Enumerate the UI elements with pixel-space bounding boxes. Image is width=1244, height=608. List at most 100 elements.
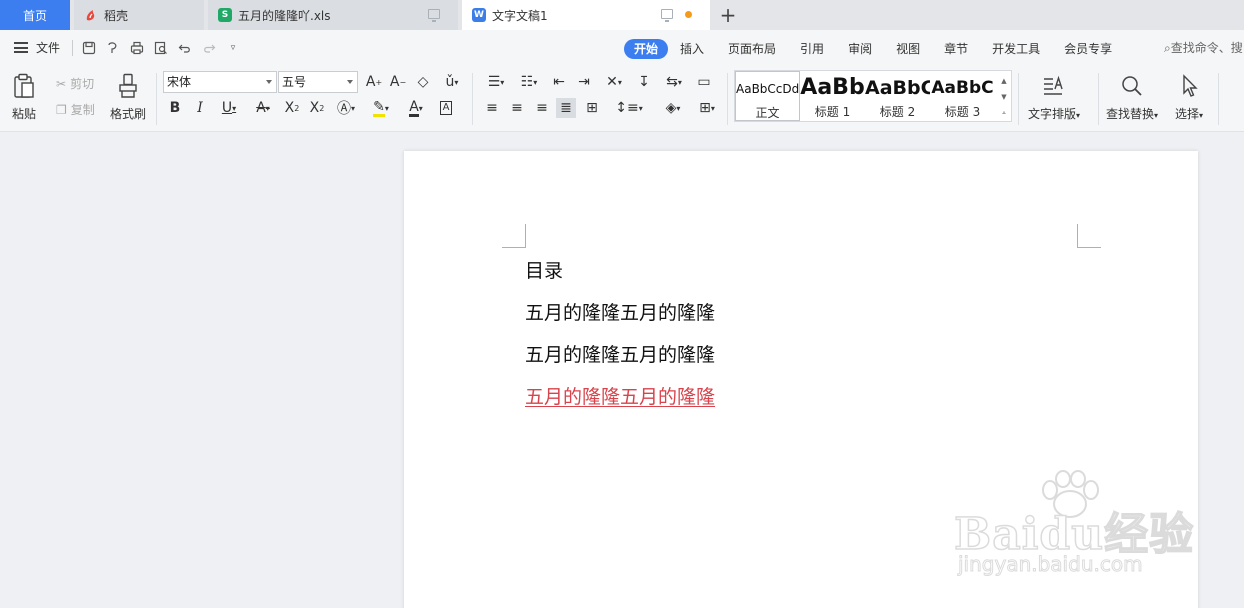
cursor-icon	[1177, 73, 1201, 99]
text-effect-icon[interactable]: Ⓐ ▾	[332, 98, 360, 118]
style-normal[interactable]: AaBbCcDd 正文	[735, 71, 800, 121]
style-heading-2[interactable]: AaBbC 标题 2	[865, 71, 930, 121]
style-sample: AaBb	[800, 75, 865, 100]
hyperlink-paragraph[interactable]: 五月的隆隆五月的隆隆	[525, 382, 715, 409]
font-name-value: 宋体	[167, 75, 192, 89]
grow-font-icon[interactable]: A +	[364, 72, 384, 92]
command-search[interactable]: ⌕查找命令、搜	[1164, 39, 1243, 56]
tab-section[interactable]: 章节	[932, 39, 980, 59]
subscript-icon[interactable]: X2	[307, 98, 327, 118]
justify-icon[interactable]: ≣	[556, 98, 576, 118]
sort-icon[interactable]: ⇆ ▾	[660, 72, 688, 92]
tab-start[interactable]: 开始	[624, 39, 669, 59]
superscript-icon[interactable]: X2	[282, 98, 302, 118]
divider	[1018, 73, 1019, 125]
tab-view[interactable]: 视图	[884, 39, 932, 59]
decrease-indent-icon[interactable]: ⇤	[549, 72, 569, 92]
copy-icon: ❐	[56, 102, 67, 117]
increase-indent-icon[interactable]: ⇥	[574, 72, 594, 92]
font-size-select[interactable]: 五号	[278, 71, 358, 93]
spreadsheet-icon: S	[218, 8, 232, 22]
styles-scroll[interactable]: ▲ ▼ ⩡	[999, 73, 1009, 121]
tab-bar: 首页 稻壳 S 五月的隆隆吖.xls W 文字文稿1 +	[0, 0, 1244, 30]
style-name: 标题 3	[944, 105, 981, 119]
style-name: 标题 1	[814, 105, 851, 119]
strikethrough-icon[interactable]: A ▾	[249, 98, 277, 118]
tab-references[interactable]: 引用	[788, 39, 836, 59]
monitor-icon[interactable]	[428, 9, 440, 22]
shading-icon[interactable]: ◈ ▾	[658, 98, 688, 118]
file-menu[interactable]: 文件	[36, 39, 60, 56]
document-paragraph[interactable]: 五月的隆隆五月的隆隆	[525, 340, 715, 367]
align-right-icon[interactable]: ≡	[532, 98, 552, 118]
style-heading-1[interactable]: AaBb 标题 1	[800, 71, 865, 121]
command-search-text: 查找命令、搜	[1170, 41, 1243, 55]
borders-icon[interactable]: ⊞ ▾	[692, 98, 722, 118]
export-icon[interactable]	[105, 40, 121, 56]
pinyin-guide-icon[interactable]: ǔ ▾	[438, 72, 466, 92]
divider	[472, 73, 473, 125]
print-preview-icon[interactable]	[153, 40, 169, 56]
distribute-icon[interactable]: ⊞	[582, 98, 602, 118]
toc-heading[interactable]: 目录	[525, 256, 563, 283]
search-icon: ⌕	[1164, 41, 1171, 55]
format-painter-button[interactable]: 格式刷	[110, 73, 146, 122]
divider	[727, 73, 728, 125]
align-left-icon[interactable]: ≡	[482, 98, 502, 118]
text-layout-button[interactable]: 文字排版▾	[1028, 73, 1080, 122]
tab-page-layout[interactable]: 页面布局	[716, 39, 788, 59]
copy-button[interactable]: ❐ 复制	[56, 101, 95, 118]
numbered-list-icon[interactable]: ☷ ▾	[515, 72, 543, 92]
font-color-icon[interactable]: A ▾	[402, 98, 430, 118]
tab-insert[interactable]: 插入	[668, 39, 716, 59]
tab-home[interactable]: 首页	[0, 0, 70, 30]
chinese-layout-icon[interactable]: ✕ ▾	[600, 72, 628, 92]
copy-label: 复制	[70, 103, 95, 117]
margin-corner-mark	[502, 224, 526, 248]
tab-spreadsheet[interactable]: S 五月的隆隆吖.xls	[208, 0, 458, 30]
print-icon[interactable]	[129, 40, 145, 56]
plus-icon: +	[719, 3, 737, 27]
show-marks-icon[interactable]: ▭	[694, 72, 714, 92]
add-tab-button[interactable]: +	[710, 0, 746, 30]
style-name: 标题 2	[879, 105, 916, 119]
cut-button[interactable]: ✂ 剪切	[56, 75, 94, 92]
tab-review[interactable]: 审阅	[836, 39, 884, 59]
tab-member[interactable]: 会员专享	[1052, 39, 1124, 59]
tab-developer[interactable]: 开发工具	[980, 39, 1052, 59]
select-button[interactable]: 选择▾	[1175, 73, 1203, 122]
style-name: 正文	[755, 106, 780, 120]
underline-icon[interactable]: U ▾	[215, 98, 243, 118]
scissors-icon: ✂	[56, 76, 67, 91]
bold-icon[interactable]: B	[165, 98, 185, 118]
align-center-icon[interactable]: ≡	[507, 98, 527, 118]
save-icon[interactable]	[81, 40, 97, 56]
clipboard-icon	[12, 73, 36, 99]
ribbon-tabs: 开始 插入 页面布局 引用 审阅 视图 章节 开发工具 会员专享	[624, 39, 1124, 59]
style-heading-3[interactable]: AaBbC 标题 3	[930, 71, 995, 121]
monitor-icon[interactable]	[661, 9, 673, 22]
font-name-select[interactable]: 宋体	[163, 71, 277, 93]
tab-daoke[interactable]: 稻壳	[74, 0, 204, 30]
bullet-list-icon[interactable]: ☰ ▾	[482, 72, 510, 92]
unsaved-dot-icon	[685, 10, 692, 18]
find-replace-button[interactable]: 查找替换▾	[1106, 73, 1158, 122]
eraser-icon[interactable]: ◇	[413, 72, 433, 92]
tab-document[interactable]: W 文字文稿1	[462, 0, 710, 30]
shrink-font-icon[interactable]: A −	[388, 72, 408, 92]
undo-icon[interactable]	[177, 40, 193, 56]
customize-toolbar-icon[interactable]: ▿	[225, 40, 241, 56]
menu-icon[interactable]	[14, 42, 28, 53]
line-spacing-icon[interactable]: ↕≡ ▾	[614, 98, 644, 118]
text-direction-icon[interactable]: ↧	[634, 72, 654, 92]
paste-button[interactable]: 粘贴	[12, 73, 36, 122]
highlight-icon[interactable]: ✎ ▾	[366, 98, 396, 118]
redo-icon[interactable]	[201, 40, 217, 56]
char-border-icon[interactable]: A	[436, 98, 456, 118]
italic-icon[interactable]: I	[190, 98, 210, 118]
baidu-watermark: Baidu经验 jingyan.baidu.com	[950, 470, 1194, 590]
tab-daoke-label: 稻壳	[104, 8, 129, 23]
paste-label: 粘贴	[12, 107, 37, 121]
styles-gallery: AaBbCcDd 正文 AaBb 标题 1 AaBbC 标题 2 AaBbC 标…	[734, 70, 1012, 122]
document-paragraph[interactable]: 五月的隆隆五月的隆隆	[525, 298, 715, 325]
